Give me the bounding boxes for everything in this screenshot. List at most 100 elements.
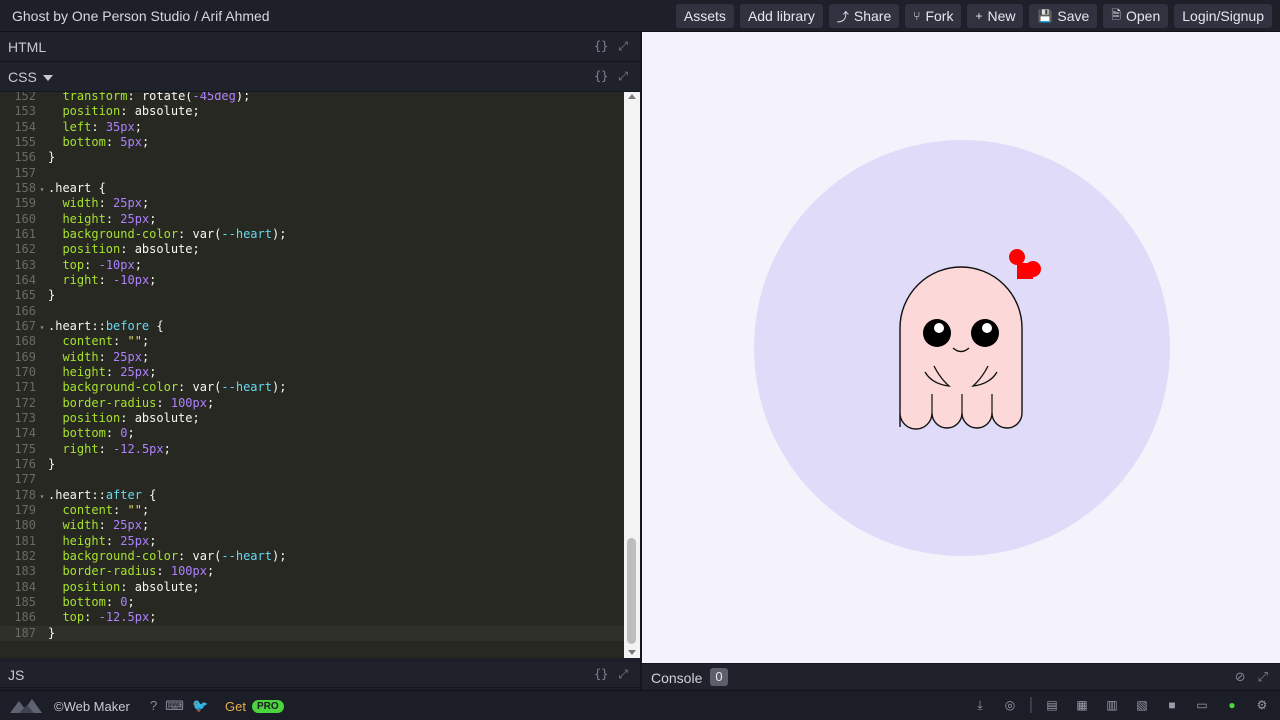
button-label: Open xyxy=(1126,8,1161,24)
code-line[interactable]: 180 width: 25px; xyxy=(0,518,624,533)
expand-icon[interactable]: ⤢ xyxy=(618,667,628,682)
scroll-up-arrow-icon[interactable] xyxy=(628,94,636,99)
fold-toggle-icon[interactable]: ▾ xyxy=(36,489,48,504)
button-label: Assets xyxy=(683,8,726,24)
expand-icon[interactable]: ⤢ xyxy=(618,69,628,84)
code-text: border-radius: 100px; xyxy=(62,395,215,410)
code-line[interactable]: 173 position: absolute; xyxy=(0,411,624,426)
code-line[interactable]: 175 right: -12.5px; xyxy=(0,442,624,457)
login-signup-button[interactable]: Login/Signup xyxy=(1174,4,1272,28)
scroll-down-arrow-icon[interactable] xyxy=(628,650,636,655)
code-line[interactable]: 176} xyxy=(0,457,624,472)
code-line[interactable]: 174 bottom: 0; xyxy=(0,426,624,441)
code-line[interactable]: 187} xyxy=(0,625,624,641)
code-line[interactable]: 163 top: -10px; xyxy=(0,258,624,273)
format-code-icon[interactable]: {} xyxy=(594,69,608,84)
new-button[interactable]: + New xyxy=(967,4,1024,28)
add-library-button[interactable]: Add library xyxy=(739,4,823,28)
clear-console-icon[interactable]: ⊘ xyxy=(1235,669,1246,685)
layout-4-icon[interactable]: ▧ xyxy=(1132,696,1152,714)
code-line[interactable]: 184 position: absolute; xyxy=(0,580,624,595)
code-line[interactable]: 160 height: 25px; xyxy=(0,212,624,227)
fold-toggle-icon[interactable]: ▾ xyxy=(36,320,48,335)
js-pane-header[interactable]: JS {} ⤢ xyxy=(0,662,640,688)
code-line[interactable]: 152 transform: rotate(-45deg); xyxy=(0,92,624,104)
format-code-icon[interactable]: {} xyxy=(594,667,608,682)
detached-preview-icon[interactable]: ▭ xyxy=(1192,696,1212,714)
css-code-editor[interactable]: 152 transform: rotate(-45deg); 153 positi… xyxy=(0,92,624,658)
code-line[interactable]: 169 width: 25px; xyxy=(0,350,624,365)
code-line[interactable]: 161 background-color: var(--heart); xyxy=(0,227,624,242)
console-bar[interactable]: Console 0 ⊘ ⤢ xyxy=(642,663,1280,690)
code-text: position: absolute; xyxy=(62,579,200,594)
expand-icon[interactable]: ⤢ xyxy=(618,39,628,54)
layout-full-icon[interactable]: ■ xyxy=(1162,696,1182,714)
layout-1-icon[interactable]: ▤ xyxy=(1042,696,1062,714)
heart-shape xyxy=(1009,249,1041,279)
code-line[interactable]: 158 ▾ .heart { xyxy=(0,181,624,196)
codepen-icon[interactable]: ◎ xyxy=(1000,696,1020,714)
code-line[interactable]: 167 ▾ .heart::before { xyxy=(0,319,624,334)
code-line[interactable]: 172 border-radius: 100px; xyxy=(0,396,624,411)
line-number: 174 xyxy=(14,426,36,441)
code-line[interactable]: 162 position: absolute; xyxy=(0,242,624,257)
open-button[interactable]: 🗎 Open xyxy=(1103,4,1169,28)
code-line[interactable]: 177 xyxy=(0,472,624,487)
code-line[interactable]: 155 bottom: 5px; xyxy=(0,135,624,150)
assets-button[interactable]: Assets xyxy=(675,4,734,28)
web-maker-brand[interactable]: ©Web Maker xyxy=(10,697,130,715)
expand-console-icon[interactable]: ⤢ xyxy=(1258,669,1268,685)
share-button[interactable]: ⤴ Share xyxy=(828,4,900,28)
fork-button[interactable]: ⑂ Fork xyxy=(905,4,962,28)
layout-3-icon[interactable]: ▥ xyxy=(1102,696,1122,714)
keyboard-icon[interactable]: ⌨ xyxy=(165,698,184,714)
code-line[interactable]: 154 left: 35px; xyxy=(0,120,624,135)
chevron-down-icon[interactable] xyxy=(42,75,53,81)
code-scrollbar[interactable] xyxy=(624,92,640,658)
line-number: 164 xyxy=(14,272,36,287)
button-label: Login/Signup xyxy=(1182,8,1264,24)
code-line[interactable]: 181 height: 25px; xyxy=(0,534,624,549)
console-label[interactable]: Console xyxy=(651,670,702,686)
code-line[interactable]: 183 border-radius: 100px; xyxy=(0,564,624,579)
css-pane-title[interactable]: CSS xyxy=(8,69,53,85)
code-line[interactable]: 170 height: 25px; xyxy=(0,365,624,380)
button-label: Fork xyxy=(925,8,954,24)
download-icon[interactable]: ⤓ xyxy=(970,696,990,714)
html-pane-header[interactable]: HTML {} ⤢ xyxy=(0,32,640,62)
css-pane-header[interactable]: CSS {} ⤢ xyxy=(0,62,640,92)
settings-gear-icon[interactable]: ⚙ xyxy=(1252,696,1272,714)
code-line[interactable]: 171 background-color: var(--heart); xyxy=(0,380,624,395)
get-label: Get xyxy=(225,699,246,714)
code-line[interactable]: 179 content: ""; xyxy=(0,503,624,518)
help-icon[interactable]: ? xyxy=(150,698,157,714)
fold-toggle-icon[interactable]: ▾ xyxy=(36,182,48,197)
code-line[interactable]: 153 position: absolute; xyxy=(0,104,624,119)
code-line[interactable]: 186 top: -12.5px; xyxy=(0,610,624,625)
code-line[interactable]: 164 right: -10px; xyxy=(0,273,624,288)
code-line[interactable]: 185 bottom: 0; xyxy=(0,595,624,610)
line-number: 156 xyxy=(14,150,36,165)
save-button[interactable]: 💾 Save xyxy=(1029,4,1098,28)
code-line[interactable]: 159 width: 25px; xyxy=(0,196,624,211)
css-pane-icons: {} ⤢ xyxy=(594,69,628,84)
code-line[interactable]: 182 background-color: var(--heart); xyxy=(0,549,624,564)
html-pane-title[interactable]: HTML xyxy=(8,39,46,55)
code-line[interactable]: 168 content: ""; xyxy=(0,334,624,349)
scrollbar-thumb[interactable] xyxy=(627,538,636,644)
code-line[interactable]: 178 ▾ .heart::after { xyxy=(0,488,624,503)
get-pro-link[interactable]: Get PRO xyxy=(225,699,284,714)
twitter-icon[interactable]: 🐦 xyxy=(192,698,208,714)
code-line[interactable]: 165} xyxy=(0,288,624,303)
line-number: 169 xyxy=(14,349,36,364)
notifications-icon[interactable]: ● xyxy=(1222,696,1242,714)
top-bar: Ghost by One Person Studio / Arif Ahmed … xyxy=(0,0,1280,32)
layout-2-icon[interactable]: ▦ xyxy=(1072,696,1092,714)
left-eye-highlight xyxy=(934,323,944,333)
code-line[interactable]: 166 xyxy=(0,304,624,319)
js-pane-title[interactable]: JS xyxy=(8,667,24,683)
ghost-illustration xyxy=(899,249,1041,430)
code-line[interactable]: 156} xyxy=(0,150,624,165)
format-code-icon[interactable]: {} xyxy=(594,39,608,54)
code-line[interactable]: 157 xyxy=(0,166,624,181)
